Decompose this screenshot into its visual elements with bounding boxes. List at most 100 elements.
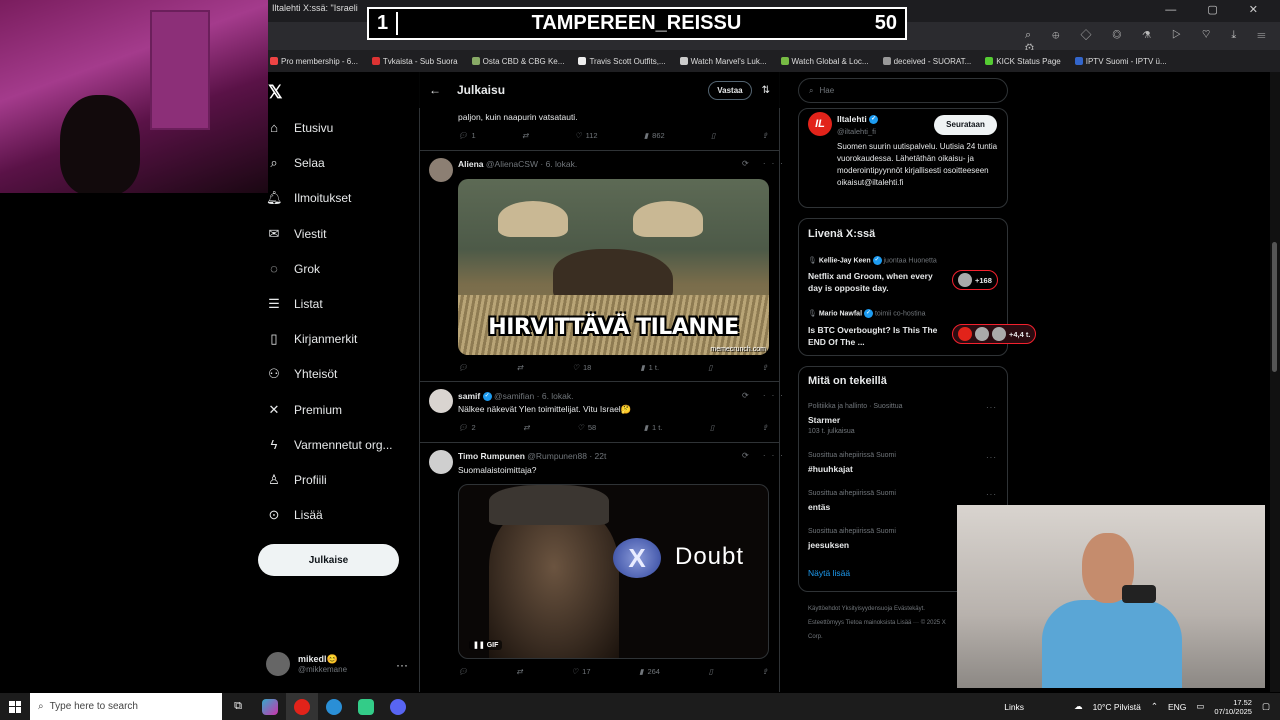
task-view-icon[interactable]: ⧉: [222, 693, 254, 720]
bookmark-item[interactable]: Watch Marvel's Luk...: [679, 57, 767, 66]
views-button[interactable]: ▮ 264: [639, 667, 660, 676]
retweet-button[interactable]: ⇄: [522, 131, 528, 140]
author-name[interactable]: samif: [458, 391, 480, 401]
live-space-title[interactable]: Is BTC Overbought? Is This The END Of Th…: [808, 324, 948, 348]
bookmark-button[interactable]: ▯: [711, 131, 715, 140]
tweet-menu-icon[interactable]: ⟳ ···: [742, 451, 789, 460]
sliders-icon[interactable]: ⇅: [762, 85, 770, 96]
share-button[interactable]: ⇪: [762, 423, 768, 432]
live-space-title[interactable]: Netflix and Groom, when every day is opp…: [808, 270, 948, 294]
views-button[interactable]: ▮ 1 t.: [644, 423, 663, 432]
reply-settings-button[interactable]: Vastaa: [708, 80, 752, 100]
author-handle[interactable]: @AlienaCSW: [486, 159, 538, 169]
bookmark-item[interactable]: Osta CBD & CBG Ke...: [471, 57, 564, 66]
trend-name[interactable]: #huuhkajat: [808, 464, 853, 474]
trend-name[interactable]: Starmer: [808, 415, 840, 425]
like-button[interactable]: ♡ 112: [575, 131, 598, 140]
author-handle[interactable]: @samifian: [494, 391, 534, 401]
nav-item-more[interactable]: ⊙ Lisää: [266, 507, 323, 523]
bookmark-button[interactable]: ▯: [710, 423, 714, 432]
live-listeners-pill[interactable]: +4,4 t.: [952, 324, 1037, 344]
account-switcher[interactable]: mikedl😊 @mikkemane: [266, 652, 347, 676]
views-button[interactable]: ▮ 1 t.: [641, 363, 660, 372]
bookmark-item[interactable]: Tvkaista - Sub Suora: [371, 57, 458, 66]
taskbar-app-icon[interactable]: [350, 693, 382, 720]
trend-more-icon[interactable]: ···: [986, 453, 997, 462]
opera-icon[interactable]: [286, 693, 318, 720]
post-button[interactable]: Julkaise: [258, 544, 399, 576]
trend-name[interactable]: entäs: [808, 502, 830, 512]
more-dots-icon[interactable]: ···: [396, 658, 408, 672]
avatar[interactable]: [429, 450, 453, 474]
chevron-up-icon[interactable]: ⌃: [1151, 701, 1158, 712]
tweet-gif[interactable]: X Doubt ❚❚ GIF: [458, 484, 769, 659]
bookmark-item[interactable]: Watch Global & Loc...: [780, 57, 869, 66]
notification-icon[interactable]: ▢: [1262, 701, 1270, 712]
like-button[interactable]: ♡ 58: [577, 423, 596, 432]
share-button[interactable]: ⇪: [762, 131, 768, 140]
reply-button[interactable]: 💬︎: [458, 363, 468, 372]
avatar[interactable]: [429, 389, 453, 413]
tweet-menu-icon[interactable]: ⟳ ···: [742, 391, 789, 400]
x-logo-icon[interactable]: 𝕏: [268, 82, 283, 103]
author-name[interactable]: Aliena: [458, 159, 484, 169]
search-input[interactable]: ⌕ Hae: [798, 78, 1008, 103]
live-host[interactable]: 🎙 Mario Nawfal ✓ toimii co-hostina: [808, 309, 926, 318]
scrollbar-thumb[interactable]: [1272, 242, 1277, 372]
show-more-link[interactable]: Näytä lisää: [808, 568, 850, 578]
nav-item-lists[interactable]: ☰ Listat: [266, 296, 323, 312]
bookmark-item[interactable]: Travis Scott Outfits,...: [578, 57, 666, 66]
like-button[interactable]: ♡ 17: [571, 667, 590, 676]
bookmark-button[interactable]: ▯: [709, 667, 713, 676]
footer-links[interactable]: Käyttöehdot Yksityisyydensuoja Evästekäy…: [808, 602, 958, 644]
language-indicator[interactable]: ENG: [1168, 702, 1186, 712]
reply-button[interactable]: 💬︎: [458, 667, 468, 676]
nav-item-communities[interactable]: ⚇ Yhteisöt: [266, 366, 337, 382]
nav-item-messages[interactable]: ✉ Viestit: [266, 226, 327, 242]
start-button[interactable]: [0, 693, 30, 720]
profile-handle[interactable]: @iltalehti_fi: [837, 127, 876, 136]
live-listeners-pill[interactable]: +168: [952, 270, 998, 290]
gif-badge[interactable]: ❚❚ GIF: [469, 640, 503, 650]
back-arrow-icon[interactable]: ←: [429, 83, 441, 97]
nav-item-explore[interactable]: ⌕ Selaa: [266, 155, 324, 171]
clock[interactable]: 17.52 07/10/2025: [1214, 698, 1252, 716]
avatar[interactable]: [429, 158, 453, 182]
reply-button[interactable]: 💬︎ 1: [458, 131, 476, 140]
bookmark-button[interactable]: ▯: [708, 363, 712, 372]
like-button[interactable]: ♡ 18: [572, 363, 591, 372]
live-host[interactable]: 🎙 Kellie-Jay Keen ✓ juontaa Huonetta: [808, 256, 937, 265]
following-button[interactable]: Seurataan: [934, 115, 997, 135]
page-scrollbar[interactable]: [1270, 72, 1280, 692]
taskbar-app-icon[interactable]: [254, 693, 286, 720]
nav-item-verified-orgs[interactable]: ϟ Varmennetut org...: [266, 437, 393, 452]
retweet-button[interactable]: ⇄: [516, 667, 522, 676]
edge-icon[interactable]: [318, 693, 350, 720]
nav-item-grok[interactable]: ◌ Grok: [266, 261, 320, 276]
tweet-menu-icon[interactable]: ⟳ ···: [742, 159, 789, 168]
tweet-image[interactable]: HIRVITTÄVÄ TILANNE memecrunch.com: [458, 179, 769, 355]
discord-icon[interactable]: [382, 693, 414, 720]
nav-item-profile[interactable]: ♙ Profiili: [266, 472, 327, 488]
tweet-time[interactable]: 6. lokak.: [546, 159, 578, 169]
nav-item-premium[interactable]: ✕ Premium: [266, 402, 342, 418]
weather-widget[interactable]: 10°C Pilvistä: [1093, 702, 1141, 712]
trend-more-icon[interactable]: ···: [986, 490, 997, 499]
tweet-time[interactable]: 6. lokak.: [542, 391, 574, 401]
share-button[interactable]: ⇪: [762, 667, 768, 676]
author-handle[interactable]: @Rumpunen88: [527, 451, 587, 461]
network-icon[interactable]: ▭: [1196, 701, 1204, 712]
author-name[interactable]: Timo Rumpunen: [458, 451, 525, 461]
browser-tab-title[interactable]: Iltalehti X:ssä: "Israeli: [272, 3, 367, 13]
nav-item-bookmarks[interactable]: ▯ Kirjanmerkit: [266, 331, 357, 347]
bookmark-item[interactable]: deceived - SUORAT...: [882, 57, 971, 66]
retweet-button[interactable]: ⇄: [523, 423, 529, 432]
bookmark-item[interactable]: KICK Status Page: [985, 57, 1061, 66]
bookmark-item[interactable]: Pro membership - 6...: [270, 57, 358, 66]
profile-name[interactable]: Iltalehti ✓: [837, 114, 879, 125]
taskbar-search-input[interactable]: ⌕ Type here to search: [30, 693, 222, 720]
reply-button[interactable]: 💬︎ 2: [458, 423, 476, 432]
trend-more-icon[interactable]: ···: [986, 403, 997, 412]
tweet-time[interactable]: 22t: [595, 451, 607, 461]
retweet-button[interactable]: ⇄: [517, 363, 523, 372]
